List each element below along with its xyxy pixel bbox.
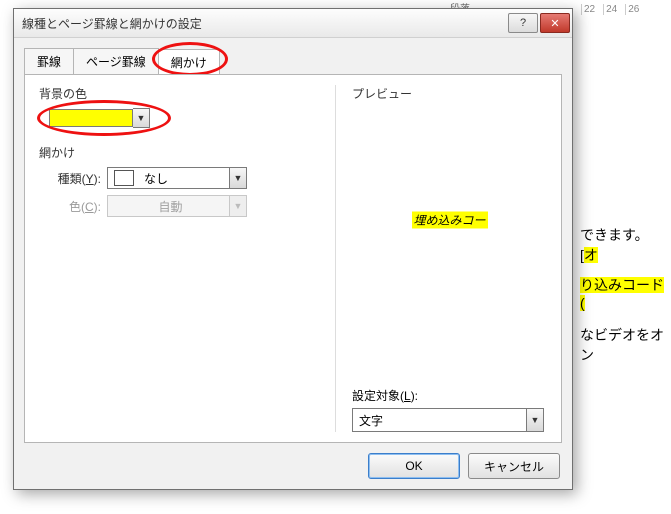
- preview-area: 埋め込みコー: [352, 108, 547, 387]
- cancel-button[interactable]: キャンセル: [468, 453, 560, 479]
- apply-to-combo[interactable]: 文字 ▼: [352, 408, 544, 432]
- close-button[interactable]: ✕: [540, 13, 570, 33]
- chevron-down-icon: ▼: [234, 173, 243, 183]
- tab-shading[interactable]: 網かけ: [158, 49, 220, 75]
- pattern-color-value: 自動: [108, 198, 229, 215]
- pattern-style-dropdown[interactable]: ▼: [229, 168, 246, 188]
- pattern-color-label: 色(C):: [49, 198, 101, 215]
- ruler-mark: 26: [625, 4, 639, 15]
- ruler: 22 24 26: [581, 1, 671, 17]
- help-button[interactable]: ?: [508, 13, 538, 33]
- document-text-line: り込みコード(: [580, 275, 666, 311]
- pattern-color-combo: 自動 ▼: [107, 195, 247, 217]
- dialog-title: 線種とページ罫線と網かけの設定: [22, 15, 506, 32]
- apply-to-dropdown[interactable]: ▼: [526, 409, 543, 431]
- chevron-down-icon: ▼: [234, 201, 243, 211]
- dialog-panel: 背景の色 ▼ 網かけ 種類(Y): なし: [24, 74, 562, 443]
- pattern-style-value: なし: [140, 170, 229, 187]
- apply-to-value: 文字: [353, 409, 526, 431]
- ruler-mark: 22: [581, 4, 595, 15]
- document-text-line: なビデオをオン: [580, 325, 666, 365]
- dialog-tabs: 罫線 ページ罫線 網かけ: [24, 48, 562, 74]
- dialog-titlebar: 線種とページ罫線と網かけの設定 ? ✕: [14, 9, 572, 38]
- fill-color-swatch[interactable]: [49, 109, 133, 127]
- ruler-mark: 24: [603, 4, 617, 15]
- ok-button[interactable]: OK: [368, 453, 460, 479]
- pattern-sample-icon: [114, 170, 134, 186]
- fill-color-dropdown[interactable]: ▼: [133, 108, 150, 128]
- chevron-down-icon: ▼: [137, 113, 146, 123]
- document-text-line: できます。[オ: [580, 225, 666, 265]
- tab-page-border[interactable]: ページ罫線: [73, 48, 159, 74]
- pattern-style-combo[interactable]: なし ▼: [107, 167, 247, 189]
- tab-borders[interactable]: 罫線: [24, 48, 74, 74]
- preview-sample-text: 埋め込みコー: [411, 211, 487, 228]
- fill-color-label: 背景の色: [39, 85, 329, 102]
- shading-group-label: 網かけ: [39, 144, 329, 161]
- dialog-button-row: OK キャンセル: [14, 443, 572, 489]
- pattern-color-dropdown: ▼: [229, 196, 246, 216]
- preview-label: プレビュー: [352, 85, 547, 102]
- apply-to-label: 設定対象(L):: [352, 387, 547, 404]
- pattern-style-label: 種類(Y):: [49, 170, 101, 187]
- borders-and-shading-dialog: 線種とページ罫線と網かけの設定 ? ✕ 罫線 ページ罫線 網かけ 背景の色 ▼ …: [13, 8, 573, 490]
- chevron-down-icon: ▼: [525, 412, 546, 428]
